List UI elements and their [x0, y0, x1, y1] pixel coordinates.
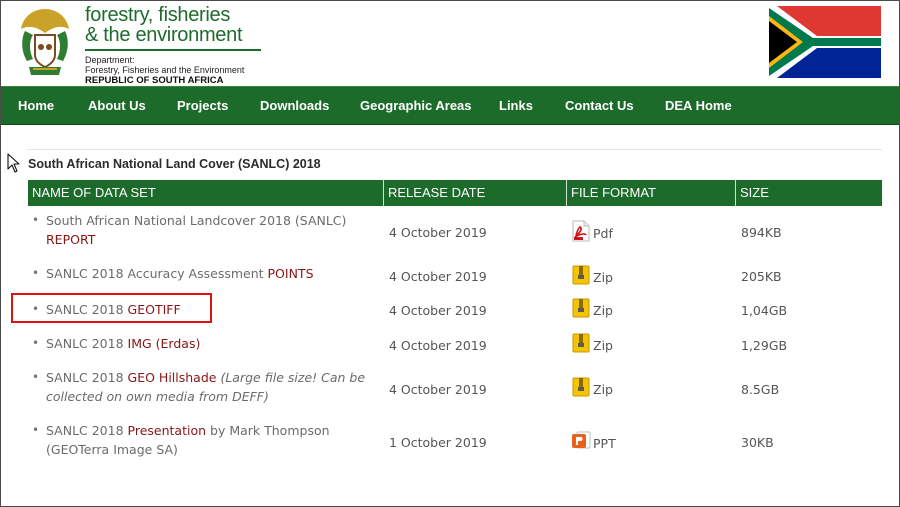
zip-icon[interactable] — [571, 264, 591, 286]
dataset-name-prefix: SANLC 2018 — [46, 370, 128, 385]
coat-of-arms-icon — [21, 9, 69, 75]
nav-item-home[interactable]: Home — [18, 87, 54, 124]
table-row: • SANLC 2018 IMG (Erdas) 4 October 2019 … — [28, 332, 882, 364]
dept-name: Forestry, Fisheries and the Environment — [85, 65, 245, 75]
release-date: 4 October 2019 — [389, 225, 487, 240]
dataset-link[interactable]: POINTS — [268, 266, 314, 281]
bullet-icon: • — [32, 370, 40, 384]
release-date: 4 October 2019 — [389, 269, 487, 284]
zip-icon[interactable] — [571, 376, 591, 398]
file-format-label[interactable]: Zip — [593, 270, 613, 285]
file-size: 894KB — [741, 225, 782, 240]
nav-item-projects[interactable]: Projects — [177, 87, 228, 124]
table-row: • SANLC 2018 GEO Hillshade (Large file s… — [28, 368, 882, 408]
release-date: 4 October 2019 — [389, 303, 487, 318]
table-row: • South African National Landcover 2018 … — [28, 211, 882, 253]
column-header-release-date: RELEASE DATE — [388, 185, 486, 200]
file-size: 205KB — [741, 269, 782, 284]
page-frame: forestry, fisheries & the environment De… — [0, 0, 900, 507]
ppt-icon[interactable] — [571, 430, 591, 452]
file-size: 1,04GB — [741, 303, 788, 318]
dataset-link[interactable]: IMG (Erdas) — [128, 336, 201, 351]
dataset-link[interactable]: GEO Hillshade — [128, 370, 217, 385]
table-row: • SANLC 2018 Presentation by Mark Thomps… — [28, 421, 882, 463]
dataset-name: SANLC 2018 Accuracy Assessment POINTS — [46, 264, 386, 283]
column-header-name: NAME OF DATA SET — [32, 185, 156, 200]
nav-item-downloads[interactable]: Downloads — [260, 87, 329, 124]
dataset-name: SANLC 2018 GEO Hillshade (Large file siz… — [46, 368, 366, 406]
bullet-icon: • — [32, 336, 40, 350]
bullet-icon: • — [32, 266, 40, 280]
dataset-name-prefix: South African National Landcover 2018 (S… — [46, 213, 347, 228]
dataset-name: South African National Landcover 2018 (S… — [46, 211, 366, 249]
file-format-label[interactable]: PPT — [593, 436, 616, 451]
nav-item-geographic-areas[interactable]: Geographic Areas — [360, 87, 472, 124]
release-date: 4 October 2019 — [389, 382, 487, 397]
nav-item-contact-us[interactable]: Contact Us — [565, 87, 634, 124]
dataset-name-prefix: SANLC 2018 — [46, 423, 128, 438]
dataset-link[interactable]: Presentation — [128, 423, 207, 438]
file-format-label[interactable]: Zip — [593, 303, 613, 318]
pdf-icon[interactable] — [571, 220, 591, 242]
zip-icon[interactable] — [571, 297, 591, 319]
nav-item-about-us[interactable]: About Us — [88, 87, 146, 124]
file-size: 8.5GB — [741, 382, 780, 397]
file-format-label[interactable]: Pdf — [593, 226, 613, 241]
table-row: • SANLC 2018 Accuracy Assessment POINTS … — [28, 264, 882, 294]
dataset-name-prefix: SANLC 2018 Accuracy Assessment — [46, 266, 268, 281]
zip-icon[interactable] — [571, 332, 591, 354]
south-africa-flag-icon — [769, 6, 881, 78]
file-size: 30KB — [741, 435, 774, 450]
file-format-label[interactable]: Zip — [593, 338, 613, 353]
dataset-name: SANLC 2018 IMG (Erdas) — [46, 334, 366, 353]
dataset-note: (Large file size! — [220, 370, 318, 385]
table-header: NAME OF DATA SET RELEASE DATE FILE FORMA… — [28, 180, 882, 206]
column-header-size: SIZE — [740, 185, 769, 200]
nav-item-links[interactable]: Links — [499, 87, 533, 124]
brand-divider — [85, 49, 261, 51]
content-divider — [27, 149, 882, 150]
release-date: 1 October 2019 — [389, 435, 487, 450]
highlight-box — [11, 293, 212, 323]
brand-block: forestry, fisheries & the environment De… — [85, 5, 265, 86]
brand-title-line1: forestry, fisheries — [85, 4, 231, 26]
bullet-icon: • — [32, 423, 40, 437]
file-format-label[interactable]: Zip — [593, 382, 613, 397]
column-header-file-format: FILE FORMAT — [571, 185, 656, 200]
dataset-name-prefix: SANLC 2018 — [46, 336, 128, 351]
dataset-link[interactable]: REPORT — [46, 232, 95, 247]
site-header: forestry, fisheries & the environment De… — [1, 1, 899, 86]
dept-label: Department: — [85, 55, 135, 65]
mouse-pointer-icon — [7, 153, 20, 173]
file-size: 1,29GB — [741, 338, 788, 353]
brand-title-line2: & the environment — [85, 24, 243, 46]
country-name: REPUBLIC OF SOUTH AFRICA — [85, 75, 224, 86]
release-date: 4 October 2019 — [389, 338, 487, 353]
main-nav: Home About Us Projects Downloads Geograp… — [1, 86, 899, 125]
dataset-name: SANLC 2018 Presentation by Mark Thompson… — [46, 421, 366, 459]
bullet-icon: • — [32, 213, 40, 227]
nav-item-dea-home[interactable]: DEA Home — [665, 87, 732, 124]
section-title: South African National Land Cover (SANLC… — [28, 157, 321, 171]
